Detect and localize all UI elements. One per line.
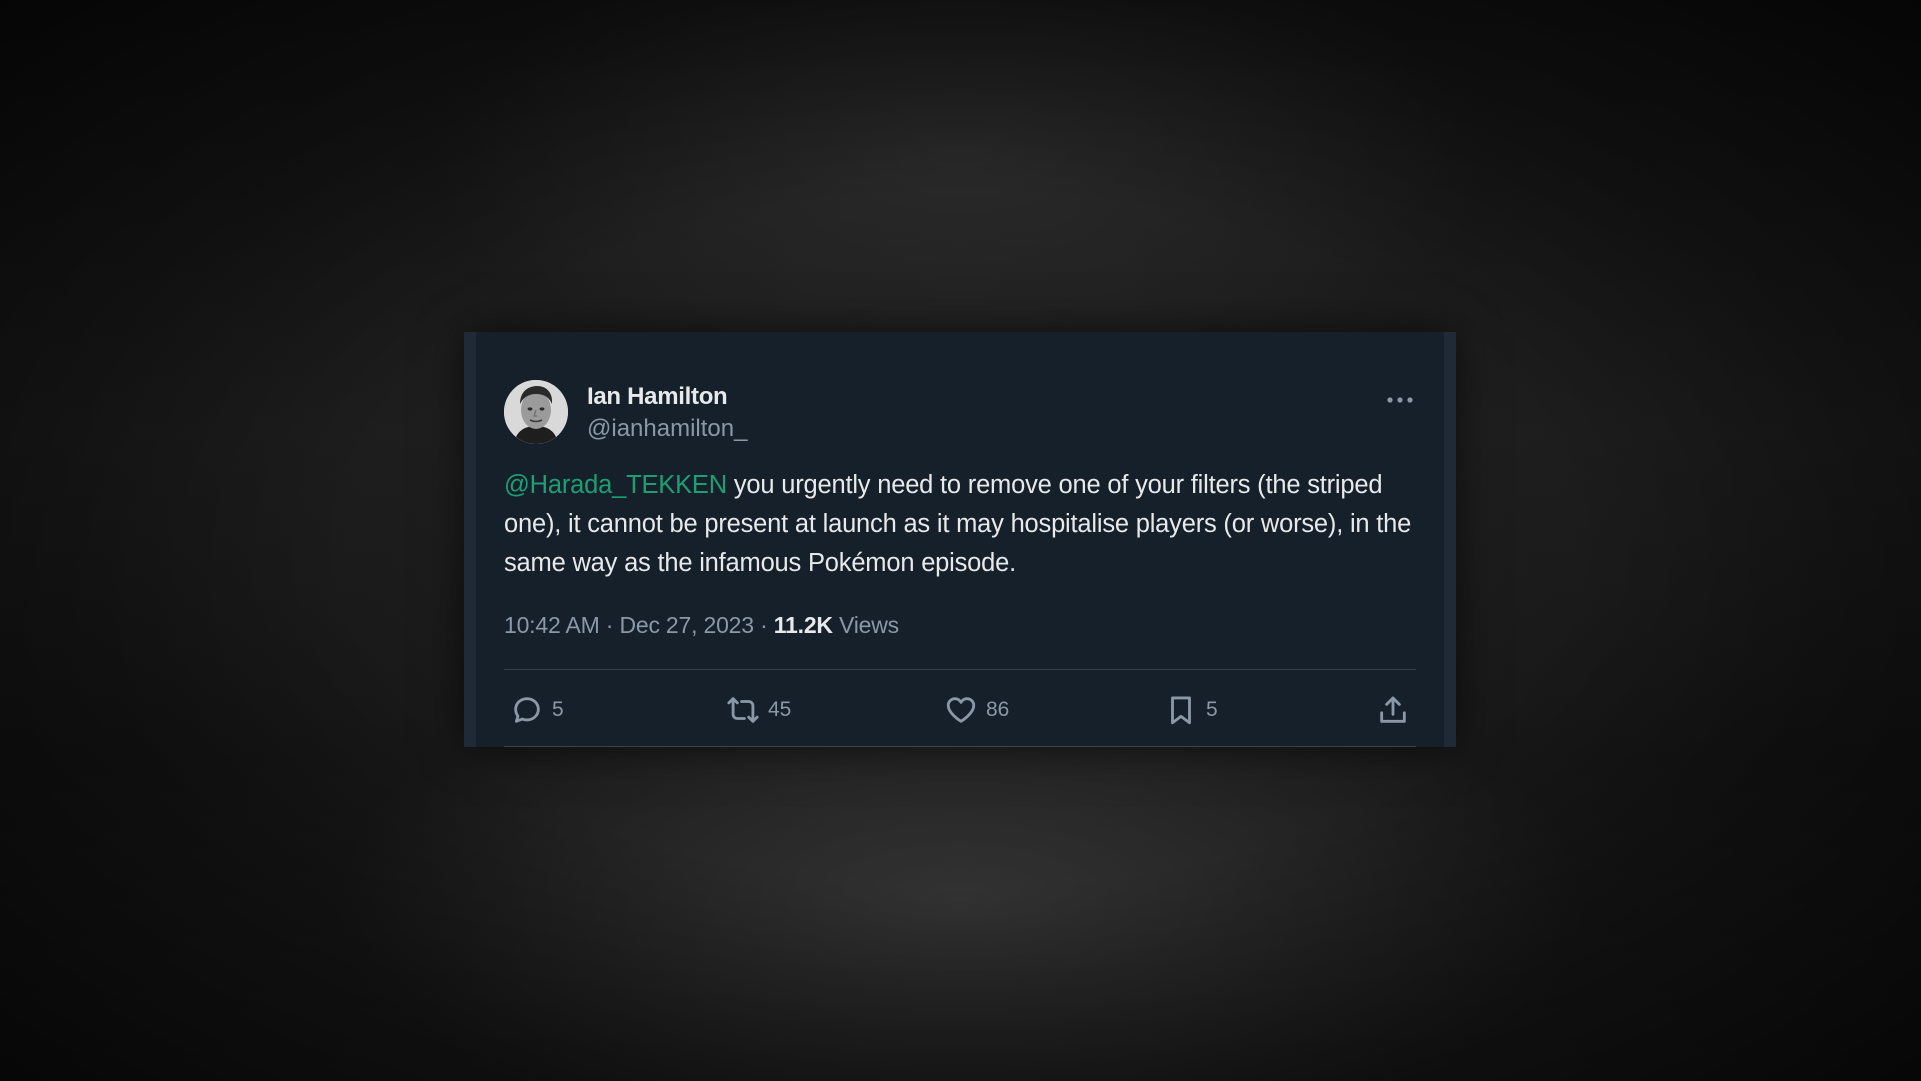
repost-button[interactable]: 45	[726, 690, 791, 730]
tweet-time[interactable]: 10:42 AM	[504, 612, 600, 638]
views-count: 11.2K	[773, 612, 833, 638]
meta-separator: ·	[605, 612, 620, 638]
tweet-content: Ian Hamilton @ianhamilton_ @Harada_TEKKE…	[504, 332, 1416, 747]
reply-button[interactable]: 5	[510, 690, 564, 730]
reply-icon	[514, 697, 540, 723]
tweet-date[interactable]: Dec 27, 2023	[619, 612, 754, 638]
bookmark-button[interactable]: 5	[1164, 690, 1218, 730]
reply-count: 5	[552, 698, 564, 721]
meta-separator: ·	[760, 612, 774, 638]
tweet-meta: 10:42 AM · Dec 27, 2023 · 11.2K Views	[504, 610, 899, 640]
user-handle[interactable]: @ianhamilton_	[587, 414, 747, 444]
like-button[interactable]: 86	[944, 690, 1009, 730]
display-name[interactable]: Ian Hamilton	[587, 382, 747, 412]
share-icon	[1380, 696, 1406, 723]
repost-count: 45	[768, 698, 792, 721]
tweet-card: Ian Hamilton @ianhamilton_ @Harada_TEKKE…	[464, 332, 1456, 747]
user-block: Ian Hamilton @ianhamilton_	[587, 382, 747, 444]
more-horizontal-icon	[1387, 397, 1413, 403]
avatar-portrait	[504, 380, 568, 444]
bookmark-icon	[1171, 696, 1191, 725]
bottom-divider	[504, 746, 1416, 747]
action-bar: 5 45 86 5	[504, 690, 1416, 730]
actions-divider	[504, 669, 1416, 670]
views-label: Views	[839, 612, 899, 638]
share-button[interactable]	[1376, 690, 1410, 730]
tweet-text: @Harada_TEKKEN you urgently need to remo…	[504, 466, 1424, 583]
repost-icon	[727, 697, 759, 723]
mention-link[interactable]: @Harada_TEKKEN	[504, 471, 727, 499]
heart-icon	[946, 697, 976, 723]
avatar[interactable]	[504, 380, 568, 444]
like-count: 86	[986, 698, 1010, 721]
bookmark-count: 5	[1206, 698, 1218, 721]
more-options-button[interactable]	[1384, 388, 1416, 412]
